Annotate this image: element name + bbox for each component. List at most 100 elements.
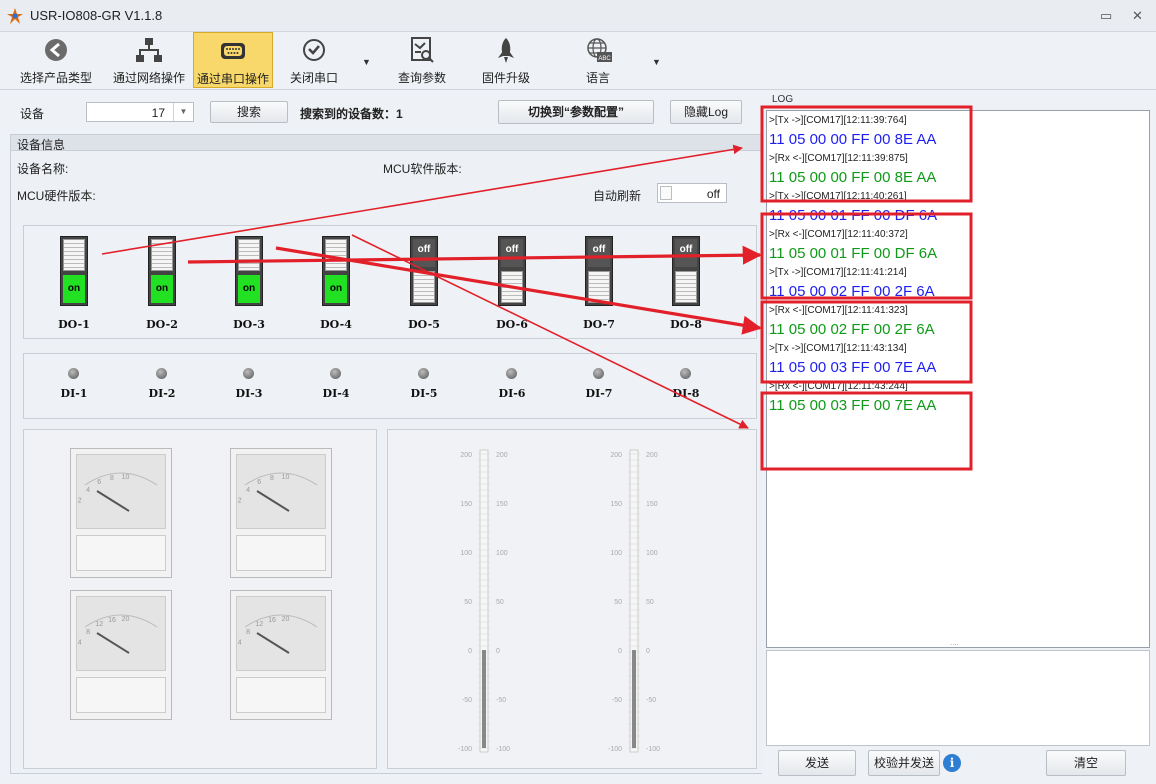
switch-state-on: on [238,275,260,303]
log-rx-data: 11 05 00 01 FF 00 DF 6A [769,245,938,262]
inputs-panel: DI-1 DI-2 DI-3 DI-4 DI-5 DI-6 DI-7 DI-8 [23,353,757,419]
gauge-tick-right: 100 [496,550,508,557]
search-button[interactable]: 搜索 [210,101,288,123]
toolbar: 选择产品类型 通过网络操作 通过串口操作 关闭串口 ▼ 查询参数 固件升级 AB… [0,32,1156,90]
meter-face: 0246810 [73,454,166,529]
network-icon [136,38,162,62]
meter-face: 048121620 [73,596,166,671]
di-label-8: DI-8 [672,387,700,400]
title-bar: USR-IO808-GR V1.1.8 ▭ ✕ [0,0,1156,32]
network-operation-button[interactable]: 通过网络操作 [108,32,190,88]
do-switch-5[interactable]: off [410,236,438,306]
auto-refresh-state: off [706,187,720,201]
minimize-button[interactable]: ▭ [1100,8,1112,24]
device-info-panel: 设备信息 设备名称: MCU软件版本: MCU硬件版本: 自动刷新 off on… [10,134,764,774]
log-meta: >[Tx ->][COM17][12:11:43:134] [769,343,907,354]
switch-handle [413,271,435,303]
do-switch-1[interactable]: on [60,236,88,306]
switch-state-on: on [63,275,85,303]
di-led-3 [243,368,254,379]
meter-tick-label: 4 [86,487,90,494]
gauge-tick-left: -100 [458,746,472,753]
switch-handle [63,239,85,271]
clear-button[interactable]: 清空 [1046,750,1126,776]
gauge-tick-right: 150 [646,501,658,508]
chevron-down-icon[interactable]: ▼ [173,103,193,121]
check-send-button[interactable]: 校验并发送 [868,750,940,776]
switch-state-off: off [501,239,523,267]
log-content[interactable]: >[Tx ->][COM17][12:11:39:764] 11 05 00 00… [766,110,1150,648]
switch-handle [501,271,523,303]
gauge-tick-right: 0 [496,648,500,655]
di-label-3: DI-3 [235,387,263,400]
gauge-fill [482,650,486,748]
log-meta: >[Tx ->][COM17][12:11:40:261] [769,191,907,202]
meter-readout [76,677,166,713]
close-serial-dropdown-icon[interactable]: ▼ [362,57,371,67]
do-label-7: DO-7 [583,318,615,331]
do-switch-2[interactable]: on [148,236,176,306]
close-serial-label: 关闭串口 [289,71,338,85]
globe-badge: ABC [598,56,611,62]
do-switch-6[interactable]: off [498,236,526,306]
splitter-handle[interactable]: .... [950,638,959,647]
meter-readout [76,535,166,571]
close-button[interactable]: ✕ [1132,8,1143,24]
do-label-5: DO-5 [408,318,440,331]
switch-state-on: on [325,275,347,303]
do-label-1: DO-1 [58,318,90,331]
do-switch-3[interactable]: on [235,236,263,306]
language-dropdown-icon[interactable]: ▼ [652,57,661,67]
app-logo-icon [7,8,23,24]
firmware-upgrade-button[interactable]: 固件升级 [474,32,538,88]
meter-tick-label: 4 [78,640,82,647]
log-rx-data: 11 05 00 02 FF 00 2F 6A [769,321,935,338]
hide-log-button[interactable]: 隐藏Log [670,100,742,124]
do-switch-8[interactable]: off [672,236,700,306]
gauge-tick-left: 0 [618,648,622,655]
switch-to-config-button[interactable]: 切换到“参数配置” [498,100,654,124]
device-select[interactable]: 17 ▼ [86,102,194,122]
device-label: 设备 [20,107,45,121]
meter-tick-label: 4 [246,487,250,494]
query-params-button[interactable]: 查询参数 [390,32,454,88]
device-select-value: 17 [151,106,165,120]
gauge-tick-left: 100 [610,550,622,557]
di-led-2 [156,368,167,379]
do-switch-4[interactable]: on [322,236,350,306]
di-label-4: DI-4 [322,387,350,400]
auto-refresh-toggle[interactable]: off [657,183,727,203]
analog-meter-3: 048121620 [70,590,172,720]
gauge-tick-left: 200 [610,452,622,459]
gauge-tick-right: -100 [496,746,510,753]
meter-needle [256,490,290,512]
auto-refresh-label: 自动刷新 [593,189,642,203]
di-led-8 [680,368,691,379]
serial-operation-button[interactable]: 通过串口操作 [193,32,273,88]
vertical-gauges: 200 200 150 150 100 100 50 50 0 0 -50 -50 -100 -100 20… [458,449,660,753]
language-button[interactable]: ABC 语言 [566,32,630,88]
meter-tick-label: 12 [255,621,263,628]
log-input-area[interactable] [766,650,1150,746]
close-serial-button[interactable]: 关闭串口 [282,32,346,88]
gauge-tick-left: 150 [610,501,622,508]
do-label-4: DO-4 [320,318,352,331]
check-circle-icon [303,39,325,61]
device-name-label: 设备名称: [17,162,69,176]
di-led-1 [68,368,79,379]
meter-tick-label: 4 [238,640,242,647]
language-label: 语言 [585,71,610,85]
gauge-tick-right: 0 [646,648,650,655]
info-icon[interactable]: i [943,754,961,772]
gauge-tick-right: 200 [496,452,508,459]
meters-panel: 02468100246810048121620048121620 [23,429,377,769]
left-panel: 设备 17 ▼ 搜索 搜索到的设备数：1 切换到“参数配置” 隐藏Log 设备信… [10,96,764,774]
select-product-type-button[interactable]: 选择产品类型 [16,32,96,88]
do-label-6: DO-6 [496,318,528,331]
send-button[interactable]: 发送 [778,750,856,776]
meter-tick-label: 10 [122,474,130,481]
meter-tick-label: 8 [270,475,274,482]
switch-handle [325,239,347,271]
do-switch-7[interactable]: off [585,236,613,306]
switch-handle [238,239,260,271]
